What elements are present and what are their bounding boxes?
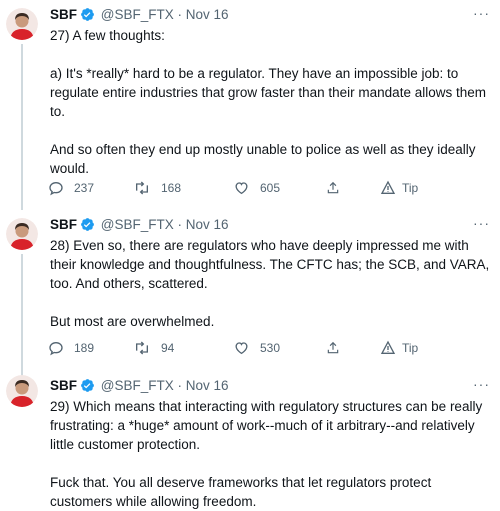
tweet-actions: 189 94 530 Tip <box>48 338 488 358</box>
header-separator: · <box>177 7 183 22</box>
avatar[interactable] <box>6 218 38 250</box>
tweet-actions: 237 168 605 Tip <box>48 178 488 198</box>
header-separator: · <box>177 217 183 232</box>
verified-badge-icon <box>80 217 95 237</box>
verified-badge-icon <box>80 378 95 398</box>
tip-button[interactable]: Tip <box>380 338 418 358</box>
tweet-thread: SBF @SBF_FTX · Nov 16 ··· 27) A few thou… <box>0 0 500 509</box>
tweet-paragraph: And so often they end up mostly unable t… <box>50 142 476 176</box>
tip-label: Tip <box>402 341 419 355</box>
tweet-header: SBF @SBF_FTX · Nov 16 <box>50 6 470 24</box>
more-options-icon[interactable]: ··· <box>473 214 490 232</box>
reply-icon <box>48 340 64 356</box>
like-button[interactable]: 605 <box>233 178 280 198</box>
heart-icon <box>233 180 250 196</box>
tweet-paragraph: Fuck that. You all deserve frameworks th… <box>50 475 432 509</box>
author-handle[interactable]: @SBF_FTX <box>101 217 174 232</box>
tip-icon <box>380 180 396 196</box>
verified-badge-icon <box>80 7 95 27</box>
author-handle[interactable]: @SBF_FTX <box>101 7 174 22</box>
tweet-28[interactable]: SBF @SBF_FTX · Nov 16 ··· 28) Even so, t… <box>0 210 500 380</box>
like-count: 605 <box>260 181 281 195</box>
share-icon <box>326 180 340 196</box>
header-separator: · <box>177 378 183 393</box>
tweet-paragraph: 29) Which means that interacting with re… <box>50 399 483 452</box>
heart-icon <box>233 340 250 356</box>
avatar[interactable] <box>6 375 38 407</box>
author-handle[interactable]: @SBF_FTX <box>101 378 174 393</box>
tweet-29[interactable]: SBF @SBF_FTX · Nov 16 ··· 29) Which mean… <box>0 367 500 509</box>
reply-button[interactable]: 237 <box>48 178 94 198</box>
author-name[interactable]: SBF <box>50 7 77 22</box>
tip-icon <box>380 340 396 356</box>
thread-connector <box>21 44 23 210</box>
tweet-paragraph: 27) A few thoughts: <box>50 28 165 43</box>
tweet-date[interactable]: Nov 16 <box>186 378 229 393</box>
reply-icon <box>48 180 64 196</box>
tweet-header: SBF @SBF_FTX · Nov 16 <box>50 216 470 234</box>
more-options-icon[interactable]: ··· <box>473 4 490 22</box>
tweet-27[interactable]: SBF @SBF_FTX · Nov 16 ··· 27) A few thou… <box>0 0 500 210</box>
share-button[interactable] <box>326 178 340 198</box>
author-name[interactable]: SBF <box>50 217 77 232</box>
tweet-date[interactable]: Nov 16 <box>186 217 229 232</box>
retweet-count: 168 <box>161 181 182 195</box>
like-button[interactable]: 530 <box>233 338 280 358</box>
reply-count: 237 <box>74 181 95 195</box>
tweet-text: 29) Which means that interacting with re… <box>50 397 490 511</box>
retweet-icon <box>133 180 151 196</box>
retweet-icon <box>133 340 151 356</box>
tweet-paragraph: But most are overwhelmed. <box>50 314 215 329</box>
thread-connector <box>21 254 23 380</box>
tip-label: Tip <box>402 181 419 195</box>
tweet-text: 27) A few thoughts: a) It's *really* har… <box>50 26 490 178</box>
tweet-text: 28) Even so, there are regulators who ha… <box>50 236 490 331</box>
tweet-paragraph: a) It's *really* hard to be a regulator.… <box>50 66 486 119</box>
like-count: 530 <box>260 341 281 355</box>
tip-button[interactable]: Tip <box>380 178 418 198</box>
tweet-header: SBF @SBF_FTX · Nov 16 <box>50 377 470 395</box>
more-options-icon[interactable]: ··· <box>473 375 490 393</box>
retweet-button[interactable]: 168 <box>133 178 181 198</box>
avatar[interactable] <box>6 8 38 40</box>
retweet-button[interactable]: 94 <box>133 338 174 358</box>
tweet-date[interactable]: Nov 16 <box>186 7 229 22</box>
tweet-paragraph: 28) Even so, there are regulators who ha… <box>50 238 490 291</box>
reply-count: 189 <box>74 341 95 355</box>
author-name[interactable]: SBF <box>50 378 77 393</box>
retweet-count: 94 <box>161 341 175 355</box>
share-icon <box>326 340 340 356</box>
reply-button[interactable]: 189 <box>48 338 94 358</box>
share-button[interactable] <box>326 338 340 358</box>
